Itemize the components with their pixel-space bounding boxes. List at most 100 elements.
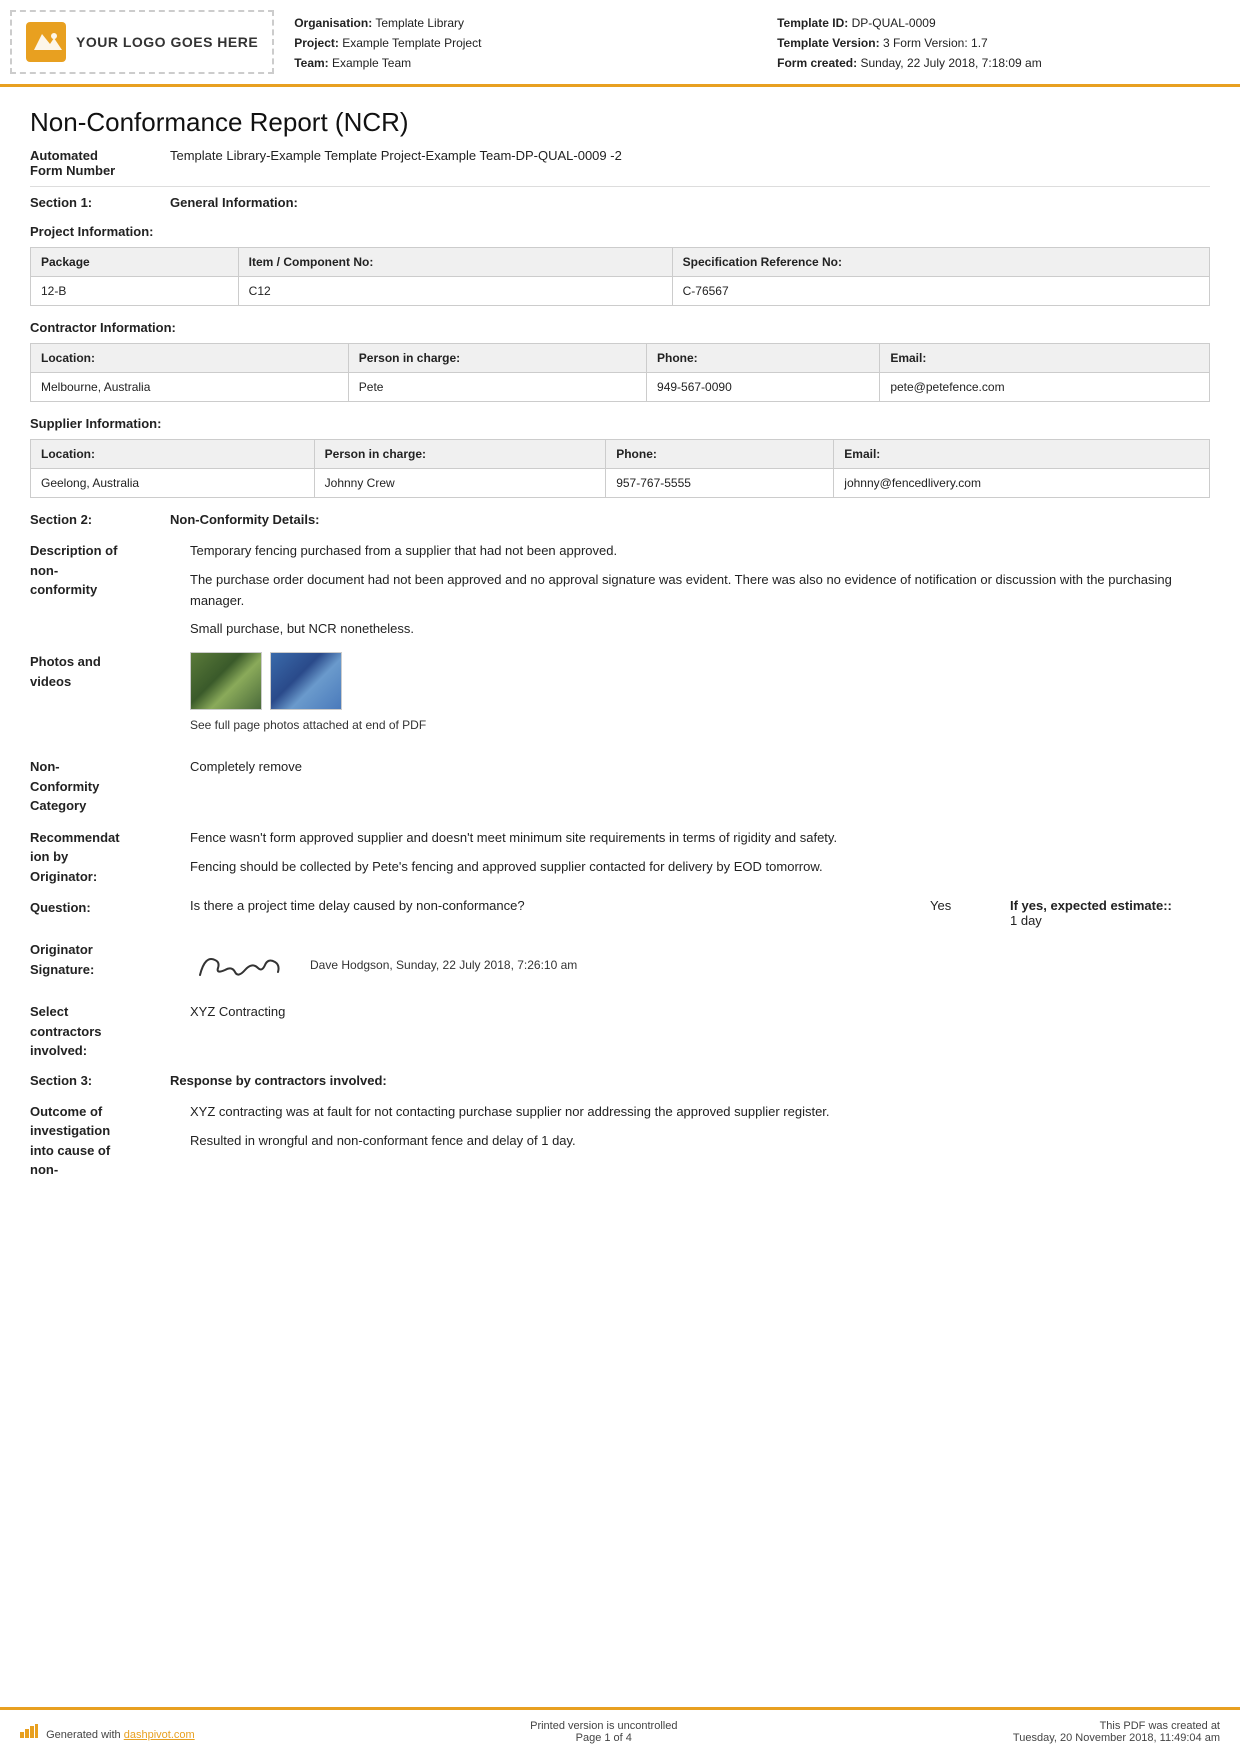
divider-1 (30, 186, 1210, 187)
originator-sig-row: OriginatorSignature: Dave Hodgson, Sunda… (30, 940, 1210, 990)
content: Non-Conformance Report (NCR) AutomatedFo… (0, 87, 1240, 1707)
outcome-value: XYZ contracting was at fault for not con… (190, 1102, 1210, 1180)
header: YOUR LOGO GOES HERE Organisation: Templa… (0, 0, 1240, 87)
description-row: Description ofnon-conformity Temporary f… (30, 541, 1210, 640)
section3-label-text: Section 3: (30, 1073, 92, 1088)
description-p2: The purchase order document had not been… (190, 570, 1210, 612)
outcome-row: Outcome ofinvestigationinto cause ofnon-… (30, 1102, 1210, 1180)
supplier-col-person: Person in charge: (314, 440, 606, 469)
footer-pdf-created-date: Tuesday, 20 November 2018, 11:49:04 am (1013, 1732, 1220, 1744)
footer-center: Printed version is uncontrolled Page 1 o… (530, 1720, 677, 1744)
contractor-person-value: Pete (348, 373, 646, 402)
section2-title: Non-Conformity Details: (170, 512, 320, 527)
supplier-table-header-row: Location: Person in charge: Phone: Email… (31, 440, 1210, 469)
signature-image (190, 940, 290, 990)
outcome-p2: Resulted in wrongful and non-conformant … (190, 1131, 1210, 1152)
signature-area: Dave Hodgson, Sunday, 22 July 2018, 7:26… (190, 940, 1210, 990)
project-table: Package Item / Component No: Specificati… (30, 247, 1210, 306)
nonconformity-category-row: Non-ConformityCategory Completely remove (30, 757, 1210, 816)
team-label: Team: (294, 56, 328, 70)
outcome-p1: XYZ contracting was at fault for not con… (190, 1102, 1210, 1123)
section1-label: Section 1: (30, 195, 170, 210)
footer-pdf-created-text: This PDF was created at (1013, 1720, 1220, 1732)
nonconformity-category-label: Non-ConformityCategory (30, 757, 190, 816)
supplier-col-location: Location: (31, 440, 315, 469)
project-row: Project: Example Template Project (294, 34, 737, 52)
contractor-table: Location: Person in charge: Phone: Email… (30, 343, 1210, 402)
question-row: Question: Is there a project time delay … (30, 898, 1210, 928)
project-label: Project: (294, 36, 339, 50)
section3-label: Section 3: (30, 1073, 170, 1088)
form-number-label: AutomatedForm Number (30, 148, 170, 178)
question-expected-label: If yes, expected estimate:: (1010, 898, 1172, 913)
form-created-row: Form created: Sunday, 22 July 2018, 7:18… (777, 54, 1220, 72)
photos-value: See full page photos attached at end of … (190, 652, 1210, 745)
question-label: Question: (30, 898, 190, 918)
footer-generated-link[interactable]: dashpivot.com (124, 1729, 195, 1741)
outcome-label-text: Outcome ofinvestigationinto cause ofnon- (30, 1104, 110, 1178)
recommendation-p1: Fence wasn't form approved supplier and … (190, 828, 1210, 849)
logo-icon (26, 22, 66, 62)
signature-svg (190, 940, 290, 990)
logo-area: YOUR LOGO GOES HERE (10, 10, 274, 74)
contractors-row: Selectcontractorsinvolved: XYZ Contracti… (30, 1002, 1210, 1061)
question-expected: If yes, expected estimate:: 1 day (1010, 898, 1210, 928)
originator-sig-label: OriginatorSignature: (30, 940, 190, 990)
description-label-text: Description ofnon-conformity (30, 543, 117, 597)
template-id-value: DP-QUAL-0009 (852, 16, 936, 30)
contractor-col-email: Email: (880, 344, 1210, 373)
photo-caption: See full page photos attached at end of … (190, 716, 1210, 735)
recommendation-row: Recommendation byOriginator: Fence wasn'… (30, 828, 1210, 887)
organisation-value: Template Library (375, 16, 464, 30)
recommendation-p2: Fencing should be collected by Pete's fe… (190, 857, 1210, 878)
footer: Generated with dashpivot.com Printed ver… (0, 1707, 1240, 1754)
supplier-col-phone: Phone: (606, 440, 834, 469)
header-meta-left: Organisation: Template Library Project: … (294, 14, 737, 74)
contractors-label-text: Selectcontractorsinvolved: (30, 1004, 102, 1058)
outcome-label: Outcome ofinvestigationinto cause ofnon- (30, 1102, 190, 1180)
footer-page-text: Page 1 of 4 (530, 1732, 677, 1744)
page: YOUR LOGO GOES HERE Organisation: Templa… (0, 0, 1240, 1754)
description-label: Description ofnon-conformity (30, 541, 190, 640)
contractors-value: XYZ Contracting (190, 1002, 1210, 1061)
project-table-header-row: Package Item / Component No: Specificati… (31, 248, 1210, 277)
project-package-value: 12-B (31, 277, 239, 306)
contractor-phone-value: 949-567-0090 (647, 373, 880, 402)
supplier-table: Location: Person in charge: Phone: Email… (30, 439, 1210, 498)
form-version-value: 1.7 (971, 36, 988, 50)
photos-row: Photos andvideos See full page photos at… (30, 652, 1210, 745)
supplier-person-value: Johnny Crew (314, 469, 606, 498)
supplier-phone-value: 957-767-5555 (606, 469, 834, 498)
section1-header: Section 1: General Information: (30, 195, 1210, 210)
project-table-row: 12-B C12 C-76567 (31, 277, 1210, 306)
photo-thumb-2 (270, 652, 342, 710)
section3-header: Section 3: Response by contractors invol… (30, 1073, 1210, 1088)
template-version-value: 3 (883, 36, 890, 50)
description-p3: Small purchase, but NCR nonetheless. (190, 619, 1210, 640)
project-item-value: C12 (238, 277, 672, 306)
form-number-value: Template Library-Example Template Projec… (170, 148, 622, 178)
nonconformity-category-value: Completely remove (190, 757, 1210, 816)
footer-left: Generated with dashpivot.com (20, 1724, 195, 1741)
photo-thumb-1 (190, 652, 262, 710)
form-number-label-text: AutomatedForm Number (30, 148, 115, 178)
question-content: Is there a project time delay caused by … (190, 898, 1210, 928)
form-number-row: AutomatedForm Number Template Library-Ex… (30, 148, 1210, 178)
report-title: Non-Conformance Report (NCR) (30, 107, 1210, 138)
header-meta-right: Template ID: DP-QUAL-0009 Template Versi… (777, 14, 1220, 74)
footer-printed-text: Printed version is uncontrolled (530, 1720, 677, 1732)
organisation-label: Organisation: (294, 16, 372, 30)
project-col-spec: Specification Reference No: (672, 248, 1209, 277)
supplier-email-value: johnny@fencedlivery.com (834, 469, 1210, 498)
project-info-title: Project Information: (30, 224, 1210, 239)
supplier-location-value: Geelong, Australia (31, 469, 315, 498)
form-created-value: Sunday, 22 July 2018, 7:18:09 am (860, 56, 1041, 70)
contractor-col-phone: Phone: (647, 344, 880, 373)
section2-header: Section 2: Non-Conformity Details: (30, 512, 1210, 527)
contractor-location-value: Melbourne, Australia (31, 373, 349, 402)
template-version-label: Template Version: (777, 36, 879, 50)
project-spec-value: C-76567 (672, 277, 1209, 306)
supplier-table-row: Geelong, Australia Johnny Crew 957-767-5… (31, 469, 1210, 498)
photos-container (190, 652, 1210, 710)
form-created-label: Form created: (777, 56, 857, 70)
